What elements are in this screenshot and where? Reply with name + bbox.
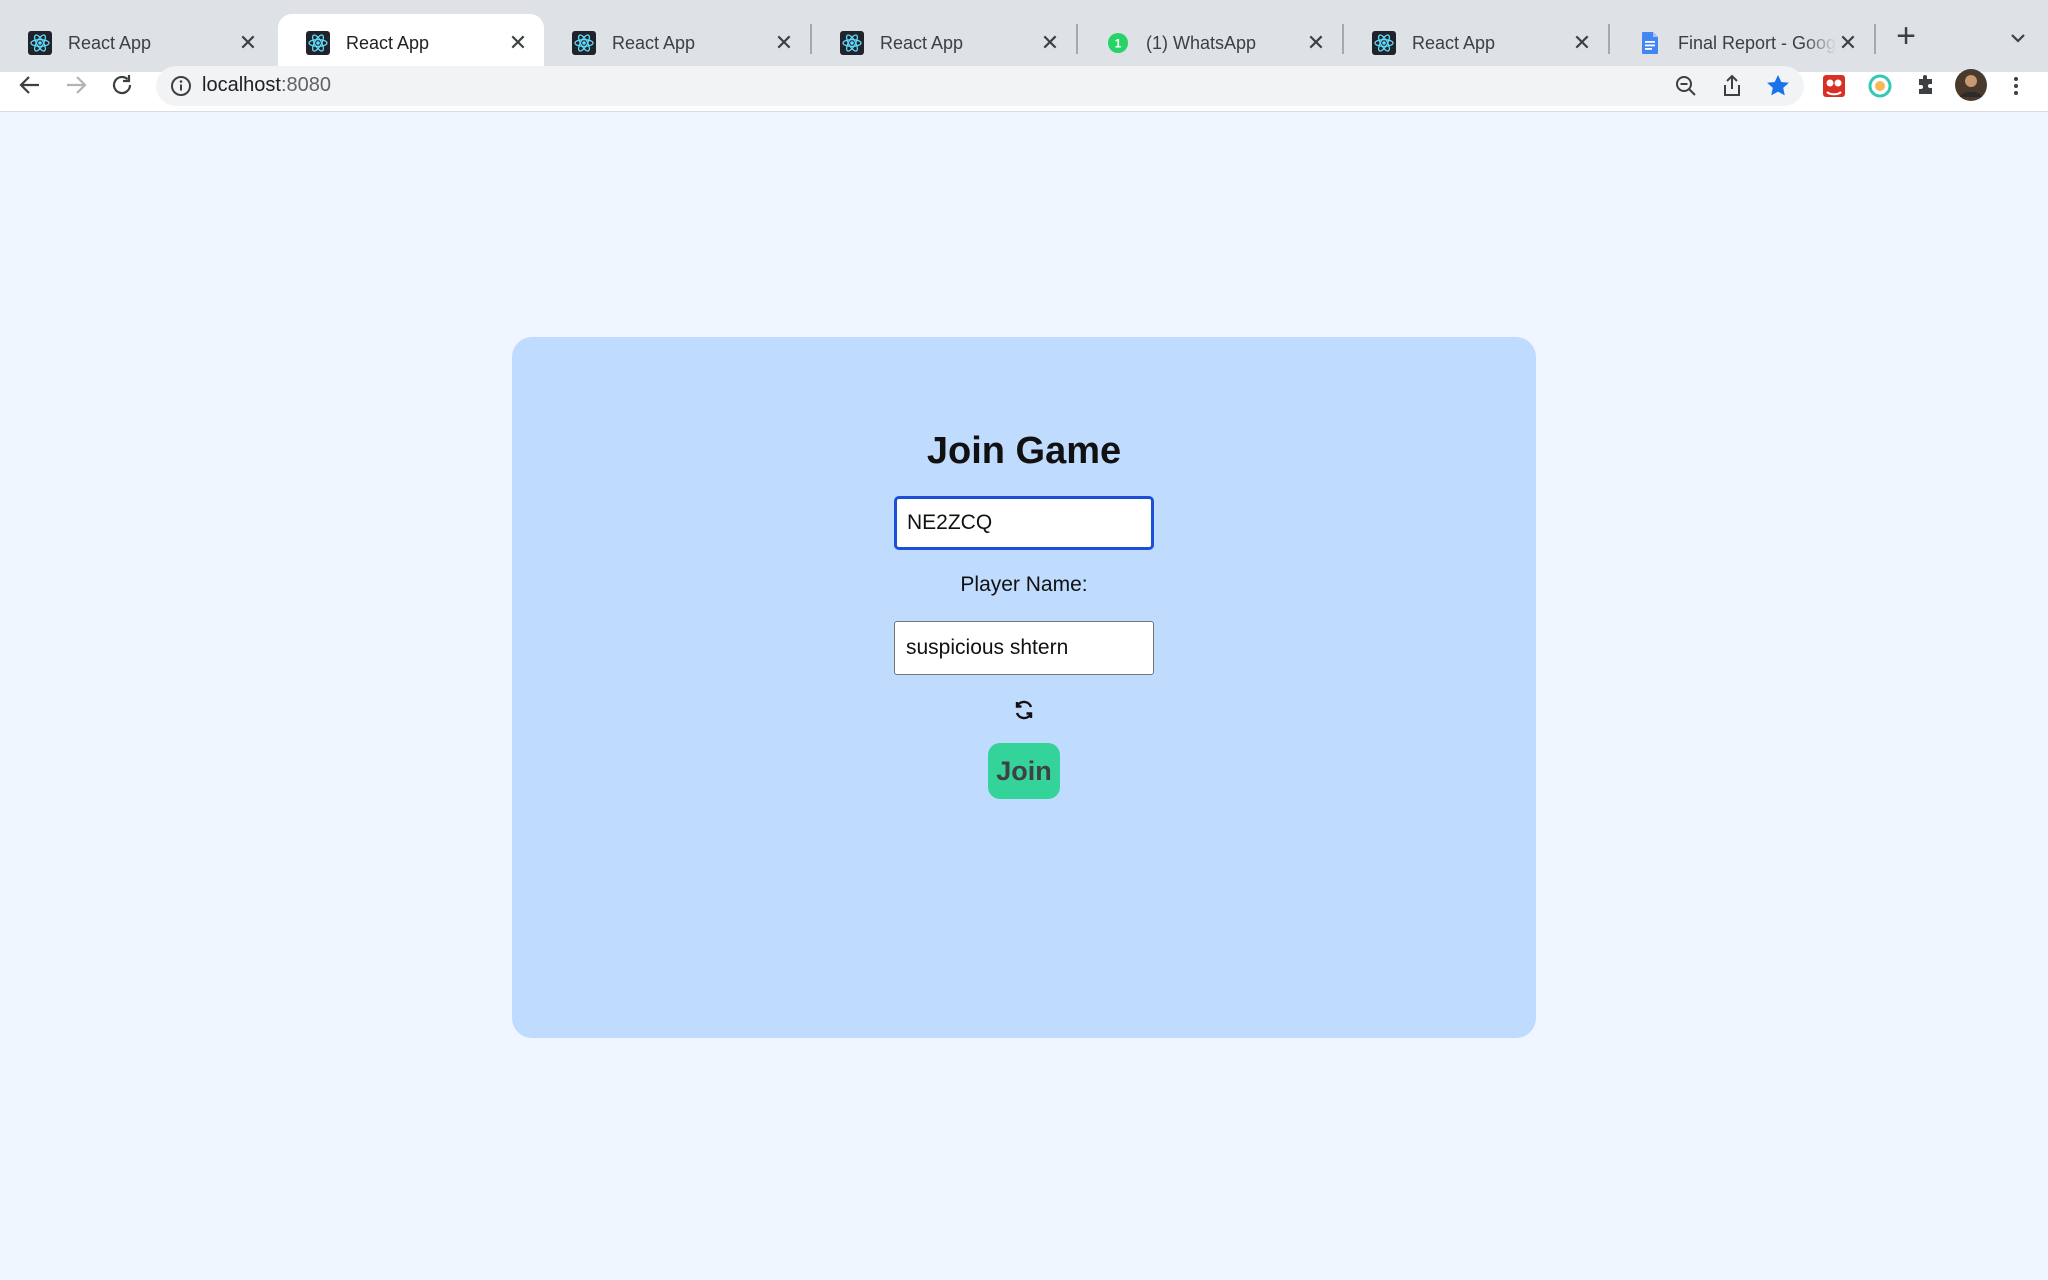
bookmark-star-icon[interactable]	[1760, 68, 1796, 104]
regenerate-name-refresh-icon[interactable]	[1009, 695, 1039, 725]
tab-title: React App	[1412, 32, 1496, 53]
url-text: localhost:8080	[202, 74, 331, 96]
tab-whatsapp[interactable]: 1 (1) WhatsApp ✕	[1078, 14, 1342, 72]
tab-title: (1) WhatsApp	[1146, 32, 1257, 53]
player-name-input[interactable]	[894, 621, 1154, 675]
zoom-icon[interactable]	[1668, 68, 1704, 104]
new-tab-plus-icon[interactable]: +	[1888, 17, 1924, 55]
extension-ring-icon[interactable]	[1862, 68, 1898, 104]
game-code-input[interactable]	[894, 496, 1154, 550]
tab-search-chevron-down-icon[interactable]	[2000, 20, 2036, 56]
close-icon[interactable]: ✕	[772, 30, 796, 55]
extension-red-icon[interactable]	[1816, 68, 1852, 104]
close-icon[interactable]: ✕	[1570, 30, 1594, 55]
tab-title: React App	[880, 32, 964, 53]
tab-react-app-5[interactable]: React App ✕	[1344, 14, 1608, 72]
tab-title: React App	[346, 32, 430, 53]
whatsapp-icon: 1	[1108, 33, 1128, 53]
svg-text:1: 1	[1115, 37, 1122, 51]
google-docs-icon	[1642, 32, 1658, 54]
react-icon	[572, 31, 596, 55]
close-icon[interactable]: ✕	[1038, 30, 1062, 55]
tab-title: React App	[68, 32, 152, 53]
react-icon	[1372, 31, 1396, 55]
close-icon[interactable]: ✕	[1836, 30, 1860, 55]
close-icon[interactable]: ✕	[506, 30, 530, 55]
tab-separator	[1874, 24, 1876, 54]
kebab-menu-icon[interactable]	[1998, 68, 2034, 104]
page-title: Join Game	[926, 430, 1122, 472]
tab-title: React App	[612, 32, 696, 53]
tab-strip: React App ✕ React App ✕ React App ✕ Reac…	[0, 0, 2048, 72]
join-button[interactable]: Join	[988, 743, 1060, 799]
toolbar-divider	[0, 111, 2048, 112]
extensions-puzzle-icon[interactable]	[1908, 68, 1944, 104]
share-icon[interactable]	[1714, 68, 1750, 104]
tab-react-app-4[interactable]: React App ✕	[812, 14, 1076, 72]
tab-react-app-3[interactable]: React App ✕	[544, 14, 810, 72]
tab-react-app-2[interactable]: React App ✕	[278, 14, 544, 72]
address-bar[interactable]: localhost:8080	[156, 66, 1804, 106]
tab-react-app-1[interactable]: React App ✕	[0, 14, 274, 72]
forward-arrow-icon[interactable]	[58, 67, 94, 103]
react-icon	[840, 31, 864, 55]
react-icon	[28, 31, 52, 55]
react-icon	[306, 31, 330, 55]
close-icon[interactable]: ✕	[236, 30, 260, 55]
back-arrow-icon[interactable]	[12, 67, 48, 103]
profile-avatar[interactable]	[1953, 67, 1989, 103]
tab-title: Final Report - Google	[1678, 32, 1836, 53]
reload-icon[interactable]	[104, 67, 140, 103]
player-name-label: Player Name:	[960, 573, 1088, 596]
close-icon[interactable]: ✕	[1304, 30, 1328, 55]
info-icon[interactable]	[168, 73, 194, 99]
tab-final-report[interactable]: Final Report - Google ✕	[1610, 14, 1874, 72]
